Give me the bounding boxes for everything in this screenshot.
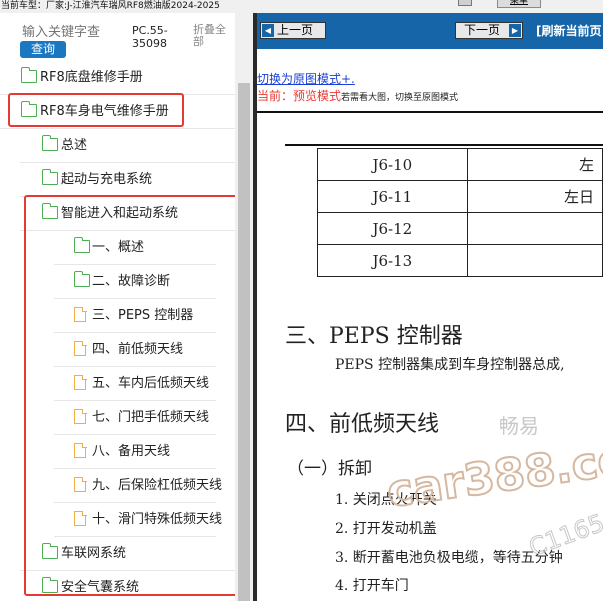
- app-window: 当前车型：厂家:J-江淮汽车瑞风RF8燃油版2024-2025 菜单 查询 PC…: [0, 0, 603, 601]
- tree-item-label: 起动与充电系统: [61, 172, 153, 187]
- left-panel: 查询 PC.55-35098 折叠全部 RF8底盘维修手册 RF8车身电气维修手…: [0, 13, 253, 601]
- table-cell-code: J6-12: [317, 212, 468, 245]
- mode-current-text: 当前：预览模式: [257, 89, 342, 103]
- table-cell-value: [466, 244, 603, 277]
- table-cell-value: [466, 212, 603, 245]
- table-cell-code: J6-11: [317, 180, 468, 213]
- table-row: J6-12: [317, 212, 603, 245]
- mode-hint-text: 若需看大图，切换至原图模式: [341, 93, 459, 103]
- page-nav-bar: ◀ 上一页 下一页 ▶ [刷新当前页: [257, 13, 603, 49]
- fold-all-button[interactable]: 折叠全部: [193, 24, 233, 48]
- step-item: 2. 打开发动机盖: [335, 521, 437, 537]
- folder-icon: [41, 169, 58, 185]
- table-cell-value: 左日: [466, 180, 603, 213]
- prev-page-button[interactable]: ◀ 上一页: [260, 22, 326, 39]
- model-code: PC.55-35098: [132, 24, 168, 50]
- current-vehicle-title: 当前车型：厂家:J-江淮汽车瑞风RF8燃油版2024-2025: [1, 1, 220, 11]
- highlight-box: [24, 195, 241, 596]
- table-row: J6-11 左日: [317, 180, 603, 213]
- section-heading-peps: 三、PEPS 控制器: [285, 324, 463, 349]
- tree-item-overview[interactable]: 总述: [20, 129, 235, 163]
- refresh-page-link[interactable]: [刷新当前页: [536, 23, 602, 39]
- arrow-right-icon: ▶: [509, 24, 521, 37]
- connector-table: J6-10 左 J6-11 左日 J6-12 J6-13: [317, 148, 603, 277]
- window-control-button[interactable]: [458, 0, 472, 6]
- divider-line: [257, 111, 603, 113]
- section-paragraph-peps: PEPS 控制器集成到车身控制器总成,: [335, 357, 565, 373]
- search-area: 查询 PC.55-35098 折叠全部: [0, 13, 253, 65]
- document-panel: ◀ 上一页 下一页 ▶ [刷新当前页 切换为原图模式+. 当前：预览模式若需看大…: [257, 13, 603, 601]
- table-row: J6-13: [317, 244, 603, 277]
- prev-page-label: 上一页: [277, 23, 314, 37]
- tree-item-starting-charging[interactable]: 起动与充电系统: [20, 163, 235, 197]
- table-cell-code: J6-13: [317, 244, 468, 277]
- section-heading-front-antenna: 四、前低频天线: [285, 412, 440, 437]
- menu-button[interactable]: 菜单: [497, 0, 541, 8]
- switch-to-original-mode-link[interactable]: 切换为原图模式+.: [257, 72, 355, 86]
- folder-icon: [20, 67, 37, 83]
- folder-icon: [41, 135, 58, 151]
- table-cell-value: 左: [466, 148, 603, 181]
- tree-item-label: RF8底盘维修手册: [40, 70, 143, 85]
- search-input[interactable]: [22, 24, 126, 42]
- tree-item-chassis-manual[interactable]: RF8底盘维修手册: [0, 61, 235, 95]
- table-cell-code: J6-10: [317, 148, 468, 181]
- step-item: 1. 关闭点火开关: [335, 492, 437, 508]
- title-bar: 当前车型：厂家:J-江淮汽车瑞风RF8燃油版2024-2025 菜单: [0, 0, 603, 13]
- arrow-left-icon: ◀: [262, 24, 274, 37]
- table-top-rule: [285, 144, 603, 146]
- next-page-button[interactable]: 下一页 ▶: [455, 22, 523, 39]
- next-page-label: 下一页: [464, 23, 501, 37]
- step-item: 4. 打开车门: [335, 578, 409, 594]
- table-row: J6-10 左: [317, 148, 603, 181]
- search-button[interactable]: 查询: [20, 41, 66, 58]
- sub-heading-removal: （一）拆卸: [287, 459, 372, 479]
- mode-status: 当前：预览模式若需看大图，切换至原图模式: [257, 89, 458, 105]
- watermark-text-1: 畅易: [499, 414, 539, 438]
- step-item: 3. 断开蓄电池负极电缆，等待五分钟: [335, 550, 563, 566]
- scroll-thumb[interactable]: [238, 83, 250, 601]
- tree-item-label: 总述: [61, 138, 88, 153]
- left-scrollbar[interactable]: [235, 13, 253, 601]
- highlight-box: [8, 93, 184, 127]
